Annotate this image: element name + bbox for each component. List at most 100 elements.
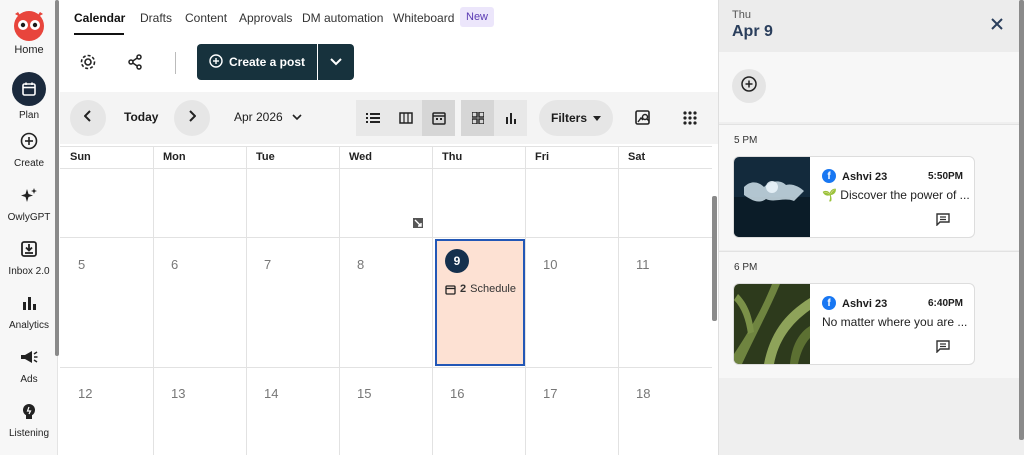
nav-label: Analytics (8, 320, 49, 331)
grid-line (60, 146, 712, 147)
bar-chart-icon[interactable] (494, 100, 527, 136)
day-number[interactable]: 12 (78, 386, 92, 401)
nav-label: Home (14, 44, 44, 56)
day-number[interactable]: 11 (636, 257, 650, 272)
day-number[interactable]: 15 (357, 386, 371, 401)
caret-down-icon (593, 115, 601, 121)
post-time: 6:40PM (928, 298, 964, 309)
settings-gear-icon[interactable] (73, 47, 103, 77)
facebook-icon: f (822, 169, 836, 183)
left-navigation: Home Plan Create OwlyGPT Inbox 2.0 Analy… (0, 0, 59, 455)
day-number[interactable]: 14 (264, 386, 278, 401)
app: Home Plan Create OwlyGPT Inbox 2.0 Analy… (0, 0, 1024, 455)
month-picker[interactable]: Apr 2026 (234, 110, 302, 124)
calendar-icon (12, 72, 46, 106)
scheduled-posts-summary[interactable]: 2 Schedule (445, 283, 516, 295)
image-search-icon[interactable] (628, 103, 658, 133)
nav-label: Listening (8, 428, 50, 439)
chevron-down-icon (292, 114, 302, 121)
nav-label: OwlyGPT (7, 212, 51, 223)
weekday-header: Sun (70, 151, 91, 163)
filters-button[interactable]: Filters (539, 100, 613, 136)
nav-label: Ads (20, 374, 38, 385)
comment-icon[interactable] (936, 340, 950, 358)
grid-view-icon[interactable] (461, 100, 494, 136)
month-view-icon[interactable] (422, 100, 455, 136)
share-icon[interactable] (120, 47, 150, 77)
weekday-header: Thu (442, 151, 463, 163)
close-icon[interactable] (985, 12, 1009, 36)
day-number[interactable]: 7 (264, 257, 271, 272)
day-number[interactable]: 17 (543, 386, 557, 401)
week-view-icon[interactable] (389, 100, 422, 136)
panel-header: Thu Apr 9 (719, 0, 1024, 52)
nav-plan[interactable]: Plan (0, 72, 58, 121)
day-number[interactable]: 5 (78, 257, 85, 272)
comment-icon[interactable] (936, 213, 950, 231)
selected-day-cell[interactable]: 9 2 Schedule (435, 239, 525, 366)
post-thumbnail (734, 284, 810, 364)
selected-day-number: 9 (445, 249, 469, 273)
plus-circle-icon (0, 132, 58, 154)
tab-calendar[interactable]: Calendar (74, 11, 125, 25)
day-number[interactable]: 10 (543, 257, 557, 272)
day-number[interactable]: 6 (171, 257, 178, 272)
owl-logo-icon (0, 8, 58, 41)
weekday-header: Fri (535, 151, 550, 163)
nav-home[interactable]: Home (0, 8, 58, 56)
nav-ads[interactable]: Ads (0, 348, 58, 385)
today-button[interactable]: Today (124, 110, 158, 124)
prev-button[interactable] (70, 100, 106, 136)
list-view-icon[interactable] (356, 100, 389, 136)
grid-line (432, 146, 433, 455)
apps-grid-icon[interactable] (675, 103, 705, 133)
add-post-button[interactable] (732, 69, 766, 103)
tab-approvals[interactable]: Approvals (239, 11, 292, 25)
post-card[interactable]: f Ashvi 23 6:40PM No matter where you ar… (733, 283, 975, 365)
expand-icon[interactable] (413, 218, 423, 228)
grid-line (60, 367, 712, 368)
post-card[interactable]: f Ashvi 23 5:50PM 🌱 Discover the power o… (733, 156, 975, 238)
toolbar-divider (175, 52, 176, 74)
nav-inbox[interactable]: Inbox 2.0 (0, 240, 58, 277)
panel-date: Apr 9 (732, 23, 773, 40)
tab-whiteboard[interactable]: Whiteboard (393, 11, 454, 25)
nav-scrollbar[interactable] (55, 0, 59, 356)
next-button[interactable] (174, 100, 210, 136)
panel-scrollbar[interactable] (1019, 0, 1024, 440)
nav-create[interactable]: Create (0, 132, 58, 169)
month-label: Apr 2026 (234, 110, 283, 124)
calendar-nav-bar: Today Apr 2026 Filters (60, 92, 718, 144)
day-number[interactable]: 13 (171, 386, 185, 401)
facebook-icon: f (822, 296, 836, 310)
day-number[interactable]: 18 (636, 386, 650, 401)
slot-time: 6 PM (734, 262, 758, 273)
create-post-dropdown[interactable] (318, 44, 354, 80)
time-slot: 6 PM f Ashvi 23 6:40PM No matter where y… (719, 251, 1024, 378)
nav-listening[interactable]: Listening (0, 402, 58, 439)
weekday-header: Tue (256, 151, 275, 163)
nav-label: Create (13, 158, 44, 169)
tab-dm-automation[interactable]: DM automation (302, 11, 383, 25)
day-number[interactable]: 8 (357, 257, 364, 272)
bar-chart-icon (0, 294, 58, 316)
grid-line (339, 146, 340, 455)
tab-bar: Calendar Drafts Content Approvals DM aut… (60, 0, 718, 36)
create-post-label: Create a post (228, 55, 306, 69)
create-post-button[interactable]: Create a post (197, 44, 317, 80)
scheduled-label: Schedule (470, 283, 516, 295)
time-slot: 5 PM f Ashvi 23 5:50PM 🌱 Discover the po… (719, 124, 1024, 250)
nav-analytics[interactable]: Analytics (0, 294, 58, 331)
calendar-grid: Sun Mon Tue Wed Thu Fri Sat 5 6 7 8 9 2 … (60, 146, 712, 455)
panel-weekday: Thu (732, 9, 751, 21)
tab-drafts[interactable]: Drafts (140, 11, 172, 25)
nav-owlygpt[interactable]: OwlyGPT (0, 186, 58, 223)
new-badge: New (460, 7, 495, 27)
main-scrollbar[interactable] (712, 196, 717, 321)
grid-line (153, 146, 154, 455)
day-detail-panel: Thu Apr 9 5 PM f Ashvi 23 5:50PM 🌱 Disco… (718, 0, 1024, 455)
day-number[interactable]: 16 (450, 386, 464, 401)
post-thumbnail (734, 157, 810, 237)
nav-label: Plan (18, 110, 39, 121)
tab-content[interactable]: Content (185, 11, 227, 25)
